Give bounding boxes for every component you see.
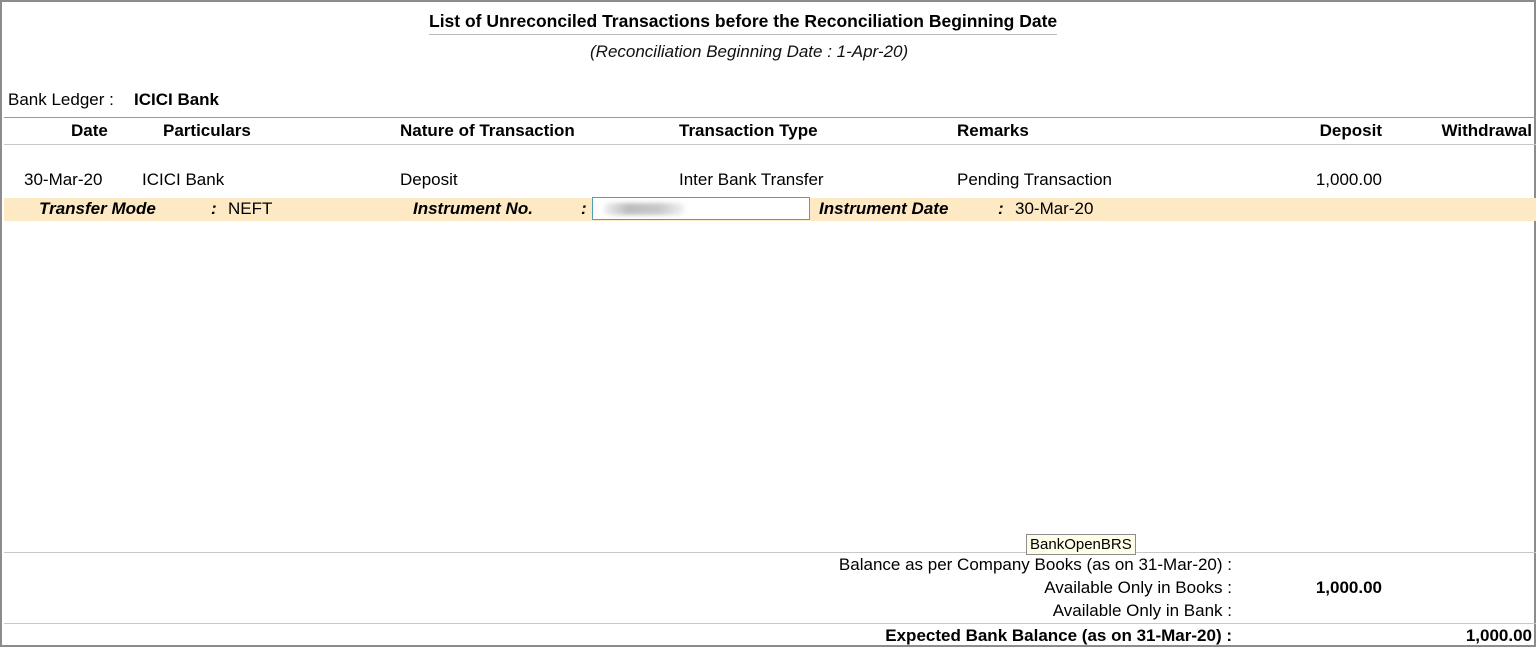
redacted-value (603, 203, 685, 215)
expected-bank-balance-value: 1,000.00 (1465, 626, 1532, 645)
instrument-no-separator: : (581, 199, 587, 218)
bank-ledger-value: ICICI Bank (134, 90, 220, 109)
col-header-particulars: Particulars (163, 121, 251, 140)
header-top-divider (4, 117, 1536, 118)
instrument-date-label: Instrument Date (819, 199, 949, 218)
col-header-withdrawal: Withdrawal (1441, 121, 1532, 140)
row-deposit: 1,000.00 (1315, 170, 1382, 189)
transfer-mode-label: Transfer Mode (39, 199, 156, 218)
transfer-mode-value: NEFT (228, 199, 273, 218)
col-header-remarks: Remarks (957, 121, 1029, 140)
tooltip: BankOpenBRS (1026, 534, 1136, 555)
transfer-mode-separator: : (211, 199, 217, 218)
report-window: List of Unreconciled Transactions before… (0, 0, 1536, 647)
col-header-deposit: Deposit (1319, 121, 1382, 140)
instrument-date-value: 30-Mar-20 (1015, 199, 1094, 218)
available-only-bank-label: Available Only in Bank : (1052, 601, 1232, 620)
row-remarks: Pending Transaction (957, 170, 1112, 189)
footer-bottom-divider (4, 623, 1536, 624)
row-transaction-type: Inter Bank Transfer (679, 170, 824, 189)
expected-bank-balance-label: Expected Bank Balance (as on 31-Mar-20) … (885, 626, 1232, 645)
report-title: List of Unreconciled Transactions before… (429, 11, 1058, 35)
col-header-date: Date (71, 121, 108, 140)
row-particulars: ICICI Bank (142, 170, 225, 189)
header-bottom-divider (4, 144, 1536, 145)
available-only-books-label: Available Only in Books : (1044, 578, 1232, 597)
instrument-no-input[interactable] (592, 197, 810, 220)
report-subtitle: (Reconciliation Beginning Date : 1-Apr-2… (590, 42, 909, 61)
instrument-no-label: Instrument No. (413, 199, 533, 218)
instrument-date-separator: : (998, 199, 1004, 218)
row-date: 30-Mar-20 (24, 170, 103, 189)
balance-company-books-label: Balance as per Company Books (as on 31-M… (838, 555, 1232, 574)
footer-top-divider (4, 552, 1536, 553)
row-nature: Deposit (400, 170, 458, 189)
col-header-transaction-type: Transaction Type (679, 121, 818, 140)
bank-ledger-label: Bank Ledger : (8, 90, 114, 109)
available-only-books-value: 1,000.00 (1315, 578, 1382, 597)
col-header-nature: Nature of Transaction (400, 121, 575, 140)
